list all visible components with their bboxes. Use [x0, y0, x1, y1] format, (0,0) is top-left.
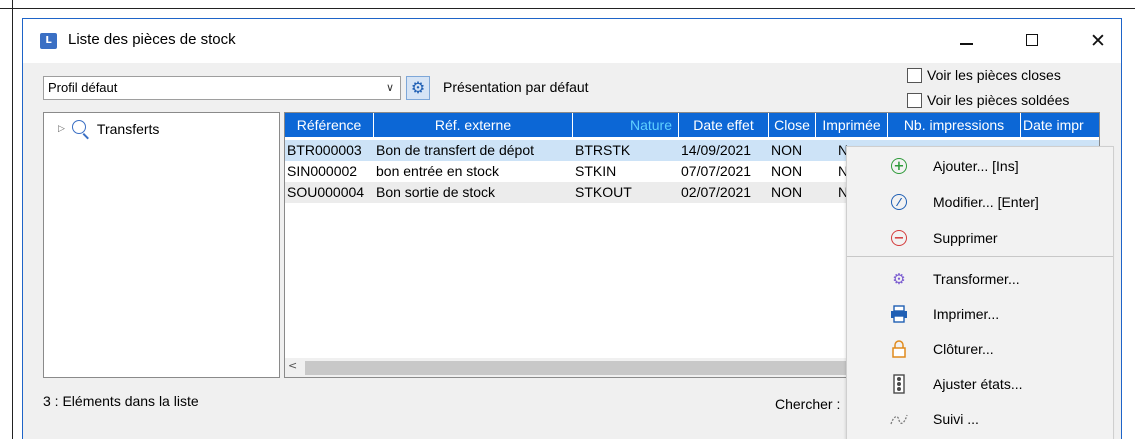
- minimize-icon: [959, 43, 973, 45]
- tree-panel: ▷ Transferts: [43, 112, 280, 378]
- cell-reference: SOU000004: [287, 184, 365, 200]
- cell-external-ref: Bon de transfert de dépot: [376, 142, 534, 158]
- presentation-label: Présentation par défaut: [443, 79, 589, 95]
- chevron-down-icon: ∨: [385, 81, 394, 94]
- item-count-status: 3 : Eléments dans la liste: [43, 393, 199, 409]
- menu-item-label: Transformer...: [933, 271, 1020, 287]
- cell-reference: SIN000002: [287, 163, 358, 179]
- minimize-button[interactable]: [951, 27, 981, 55]
- lock-icon: [889, 339, 909, 359]
- tree-item-label: Transferts: [96, 121, 160, 137]
- app-icon: L: [40, 33, 57, 49]
- show-settled-checkbox[interactable]: Voir les pièces soldées: [907, 90, 1069, 110]
- menu-item-delete[interactable]: − Supprimer: [847, 221, 1113, 255]
- checkbox-label: Voir les pièces soldées: [927, 92, 1070, 108]
- cell-external-ref: bon entrée en stock: [376, 163, 499, 179]
- magnifier-icon: [71, 119, 91, 140]
- column-header-external-ref[interactable]: Réf. externe: [374, 113, 573, 137]
- transform-gears-icon: ⚙: [892, 270, 906, 288]
- grid-header: Référence Réf. externe Nature Date effet…: [285, 113, 1099, 137]
- maximize-icon: [1026, 33, 1038, 46]
- add-icon: +: [889, 156, 909, 176]
- menu-item-close-document[interactable]: Clôturer...: [847, 332, 1113, 366]
- menu-item-print[interactable]: Imprimer...: [847, 297, 1113, 331]
- expand-arrow-icon[interactable]: ▷: [58, 124, 65, 134]
- menu-item-label: Supprimer: [933, 230, 998, 246]
- column-header-date-impr[interactable]: Date impr: [1021, 113, 1099, 137]
- cell-close: NON: [771, 163, 803, 179]
- checkbox-box[interactable]: [907, 67, 922, 83]
- menu-separator: [847, 256, 1113, 257]
- column-header-imprimee[interactable]: Imprimée: [816, 113, 888, 137]
- scroll-left-icon[interactable]: <: [288, 359, 297, 372]
- menu-item-adjust-states[interactable]: Ajuster états...: [847, 367, 1113, 401]
- menu-item-add[interactable]: + Ajouter... [Ins]: [847, 149, 1113, 183]
- column-header-date-effet[interactable]: Date effet: [679, 113, 769, 137]
- presentation-settings-button[interactable]: ⚙: [406, 76, 430, 100]
- cell-close: NON: [771, 184, 803, 200]
- column-header-close[interactable]: Close: [769, 113, 816, 137]
- checkbox-label: Voir les pièces closes: [927, 67, 1061, 83]
- close-icon: ✕: [1090, 30, 1106, 52]
- column-header-nb-impressions[interactable]: Nb. impressions: [888, 113, 1021, 137]
- title-bar: L Liste des pièces de stock ✕: [23, 19, 1121, 63]
- tree-item-transferts[interactable]: ▷ Transferts: [58, 119, 160, 140]
- menu-item-transform[interactable]: ⚙ Transformer...: [847, 262, 1113, 296]
- delete-icon: −: [889, 228, 909, 248]
- search-label: Chercher :: [775, 396, 841, 412]
- cell-external-ref: Bon sortie de stock: [376, 184, 496, 200]
- background-left-line: [12, 0, 13, 439]
- background-top-line: [0, 8, 1135, 9]
- cell-nature: BTRSTK: [575, 142, 631, 158]
- gear-icon: ⚙: [410, 78, 426, 97]
- cell-close: NON: [771, 142, 803, 158]
- column-header-reference[interactable]: Référence: [285, 113, 374, 137]
- cell-reference: BTR000003: [287, 142, 362, 158]
- menu-item-label: Modifier... [Enter]: [933, 194, 1039, 210]
- cell-date-effet: 14/09/2021: [681, 142, 752, 158]
- window-title: Liste des pièces de stock: [68, 31, 236, 48]
- maximize-button[interactable]: [1017, 27, 1047, 55]
- menu-item-label: Clôturer...: [933, 341, 994, 357]
- menu-item-label: Imprimer...: [933, 306, 1000, 322]
- column-header-nature[interactable]: Nature: [573, 113, 679, 137]
- cell-nature: STKOUT: [575, 184, 632, 200]
- cell-nature: STKIN: [575, 163, 617, 179]
- edit-icon: ⁄: [889, 192, 909, 212]
- menu-item-label: Ajuster états...: [933, 376, 1023, 392]
- printer-icon: [889, 304, 909, 324]
- tracking-icon: [889, 409, 909, 429]
- menu-item-tracking[interactable]: Suivi ...: [847, 402, 1113, 436]
- menu-item-label: Suivi ...: [933, 411, 979, 427]
- traffic-light-icon: [889, 374, 909, 394]
- show-closed-checkbox[interactable]: Voir les pièces closes: [907, 65, 1061, 85]
- menu-item-label: Ajouter... [Ins]: [933, 158, 1019, 174]
- profile-value: Profil défaut: [48, 80, 118, 95]
- cell-date-effet: 02/07/2021: [681, 184, 752, 200]
- checkbox-box[interactable]: [907, 92, 922, 108]
- cell-date-effet: 07/07/2021: [681, 163, 752, 179]
- close-button[interactable]: ✕: [1083, 27, 1113, 55]
- context-menu: + Ajouter... [Ins] ⁄ Modifier... [Enter]…: [846, 146, 1114, 439]
- menu-item-edit[interactable]: ⁄ Modifier... [Enter]: [847, 185, 1113, 219]
- profile-dropdown[interactable]: Profil défaut ∨: [43, 76, 401, 100]
